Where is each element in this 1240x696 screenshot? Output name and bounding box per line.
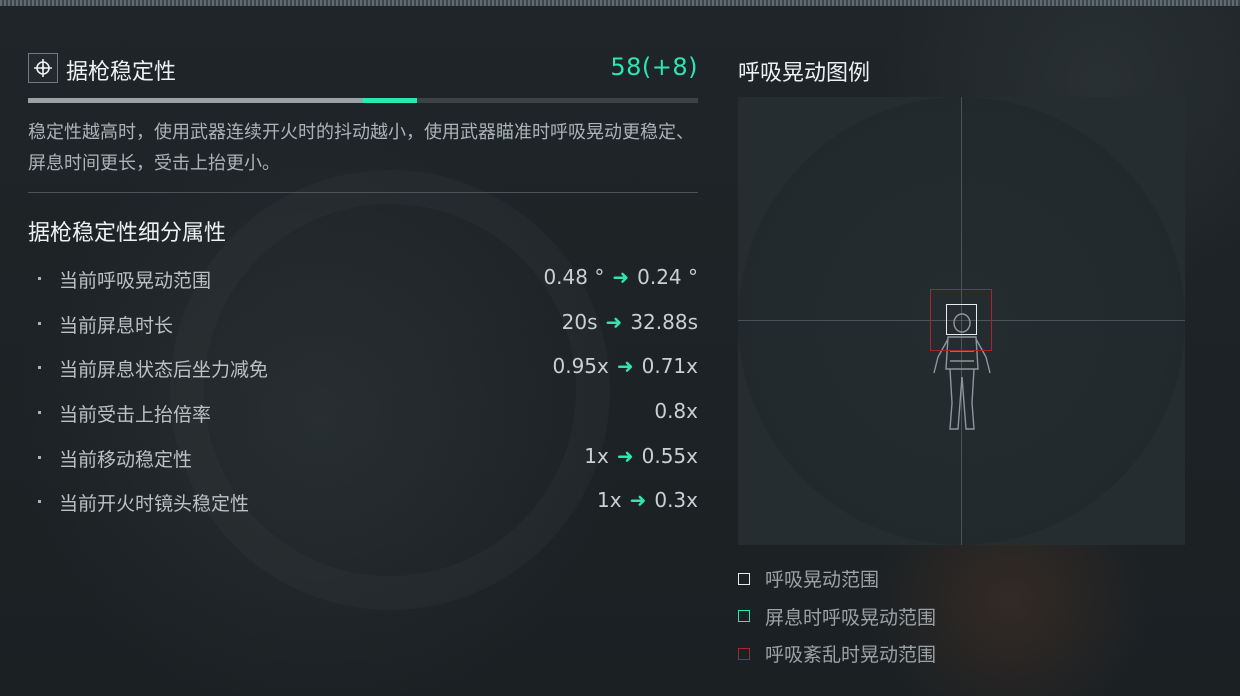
attribute-row: 当前开火时镜头稳定性 1x ➜ 0.3x: [28, 485, 698, 530]
attribute-from: 20s: [561, 309, 598, 334]
legend-swatch-white: [738, 572, 750, 585]
attribute-from: 0.48 °: [543, 265, 605, 289]
bullet-icon: [38, 321, 41, 325]
crosshair-icon: [28, 53, 58, 83]
legend-item: 屏息时呼吸晃动范围: [738, 598, 936, 636]
attribute-name: 当前呼吸晃动范围: [59, 270, 212, 292]
breakdown-title: 据枪稳定性细分属性: [28, 221, 227, 246]
legend-item: 呼吸紊乱时晃动范围: [738, 635, 936, 673]
legend-item: 呼吸晃动范围: [738, 560, 936, 598]
attribute-from: 1x: [584, 443, 609, 468]
attribute-values: 1x ➜ 0.55x: [584, 444, 698, 468]
arrow-right-icon: ➜: [612, 265, 630, 289]
stat-bar-base-fill: [28, 98, 363, 103]
stat-progress-bar: [28, 98, 698, 103]
stat-value: 58(+8): [610, 53, 698, 81]
attribute-values: 0.95x ➜ 0.71x: [552, 354, 698, 378]
legend-label: 呼吸晃动范围: [765, 569, 880, 592]
legend-list: 呼吸晃动范围 屏息时呼吸晃动范围 呼吸紊乱时晃动范围: [738, 560, 936, 673]
breath-sway-range-box: [946, 304, 977, 335]
bullet-icon: [38, 455, 41, 459]
arrow-right-icon: ➜: [616, 443, 634, 468]
top-strip: [0, 0, 1240, 6]
legend-swatch-green: [738, 610, 750, 623]
attribute-row: 当前屏息状态后坐力减免 0.95x ➜ 0.71x: [28, 351, 698, 396]
attribute-name: 当前屏息时长: [59, 314, 174, 337]
arrow-right-icon: ➜: [629, 488, 647, 513]
stat-title: 据枪稳定性: [66, 60, 177, 85]
attribute-name: 当前开火时镜头稳定性: [59, 493, 250, 516]
bullet-icon: [38, 411, 41, 415]
attribute-to: 0.8x: [654, 399, 698, 424]
attribute-to: 0.24 °: [637, 265, 698, 289]
bullet-icon: [38, 500, 41, 504]
divider: [28, 192, 698, 193]
attribute-values: 1x ➜ 0.3x: [597, 488, 698, 512]
bullet-icon: [38, 277, 41, 280]
legend-label: 呼吸紊乱时晃动范围: [765, 644, 937, 667]
attribute-values: 20s ➜ 32.88s: [562, 310, 698, 334]
attribute-from: 1x: [597, 488, 622, 513]
attribute-to: 0.55x: [641, 443, 698, 468]
attribute-row: 当前移动稳定性 1x ➜ 0.55x: [28, 441, 698, 486]
attribute-to: 32.88s: [630, 309, 698, 334]
attribute-to: 0.71x: [641, 354, 698, 379]
legend-label: 屏息时呼吸晃动范围: [765, 606, 937, 629]
attribute-name: 当前屏息状态后坐力减免: [59, 359, 269, 382]
attribute-from: 0.95x: [552, 354, 609, 379]
attribute-name: 当前受击上抬倍率: [59, 404, 212, 427]
attribute-values: 0.48 ° ➜ 0.24 °: [543, 265, 698, 289]
attribute-to: 0.3x: [654, 488, 698, 513]
attribute-name: 当前移动稳定性: [59, 448, 193, 471]
legend-title: 呼吸晃动图例: [738, 61, 871, 86]
arrow-right-icon: ➜: [616, 354, 634, 379]
stat-header: 据枪稳定性 58(+8): [28, 53, 698, 85]
stat-bar-bonus-fill: [363, 98, 417, 103]
bullet-icon: [38, 366, 41, 370]
attribute-row: 当前屏息时长 20s ➜ 32.88s: [28, 307, 698, 352]
attribute-row: 当前受击上抬倍率 0.8x: [28, 396, 698, 441]
legend-swatch-red: [738, 647, 750, 660]
breathing-sway-preview: [738, 97, 1185, 545]
stat-description: 稳定性越高时，使用武器连续开火时的抖动越小，使用武器瞄准时呼吸晃动更稳定、屏息时…: [28, 122, 694, 174]
attribute-row: 当前呼吸晃动范围 0.48 ° ➜ 0.24 °: [28, 262, 698, 307]
attribute-values: 0.8x: [654, 399, 698, 423]
attribute-list: 当前呼吸晃动范围 0.48 ° ➜ 0.24 ° 当前屏息时长 20s ➜ 32…: [28, 262, 698, 530]
arrow-right-icon: ➜: [605, 309, 623, 334]
